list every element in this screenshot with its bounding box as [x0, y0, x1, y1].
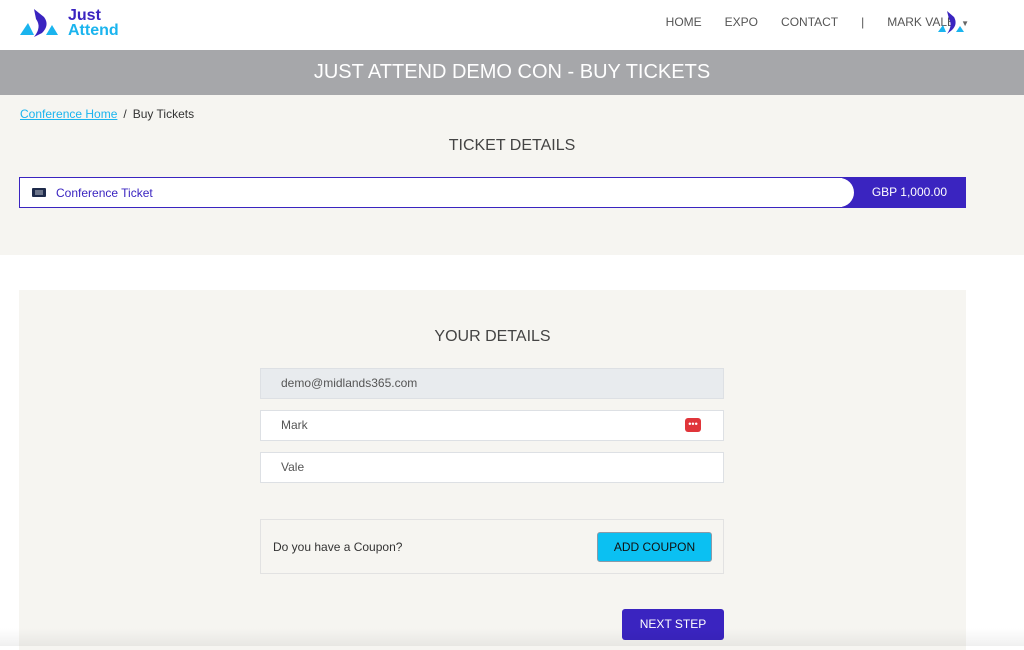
page-title: JUST ATTEND DEMO CON - BUY TICKETS [313, 61, 711, 83]
ticket-name: Conference Ticket [56, 186, 153, 200]
nav-separator: | [861, 15, 865, 29]
ticket-row[interactable]: Conference Ticket GBP 1,000.00 [19, 177, 966, 208]
logo[interactable]: Just Attend [20, 7, 119, 39]
first-name-value: Mark [281, 418, 308, 432]
logo-text: Just Attend [68, 7, 119, 39]
nav-expo[interactable]: EXPO [725, 15, 758, 29]
ticket-icon [32, 188, 46, 197]
logo-line2: Attend [68, 22, 119, 39]
nav-home[interactable]: HOME [666, 15, 702, 29]
avatar-logo-icon[interactable] [938, 10, 964, 36]
your-details-heading: YOUR DETAILS [434, 328, 551, 345]
breadcrumb-separator: / [123, 107, 127, 121]
ticket-price: GBP 1,000.00 [830, 178, 965, 207]
nav-contact[interactable]: CONTACT [781, 15, 838, 29]
logo-icon [20, 9, 58, 37]
your-details-section: YOUR DETAILS demo@midlands365.com Mark •… [19, 290, 966, 650]
navbar: Just Attend HOME EXPO CONTACT | MARK VAL… [0, 0, 1024, 50]
lastpass-icon[interactable]: ••• [685, 418, 701, 432]
main-nav: HOME EXPO CONTACT | MARK VALE ▼ [643, 15, 969, 29]
first-name-field[interactable]: Mark ••• [260, 410, 724, 441]
ticket-details-section: Conference Home / Buy Tickets TICKET DETAI… [0, 95, 1024, 255]
coupon-question: Do you have a Coupon? [273, 540, 403, 554]
last-name-field[interactable]: Vale [260, 452, 724, 483]
ticket-details-heading: TICKET DETAILS [448, 137, 576, 154]
scroll-fade [0, 628, 1024, 646]
breadcrumb-current: Buy Tickets [132, 107, 195, 121]
breadcrumb-home-link[interactable]: Conference Home [20, 107, 117, 121]
logo-line1: Just [68, 7, 101, 24]
breadcrumb: Conference Home / Buy Tickets [20, 107, 194, 121]
coupon-box: Do you have a Coupon? ADD COUPON [260, 519, 724, 574]
email-field[interactable]: demo@midlands365.com [260, 368, 724, 399]
page-banner: JUST ATTEND DEMO CON - BUY TICKETS [0, 50, 1024, 95]
add-coupon-button[interactable]: ADD COUPON [597, 532, 712, 562]
